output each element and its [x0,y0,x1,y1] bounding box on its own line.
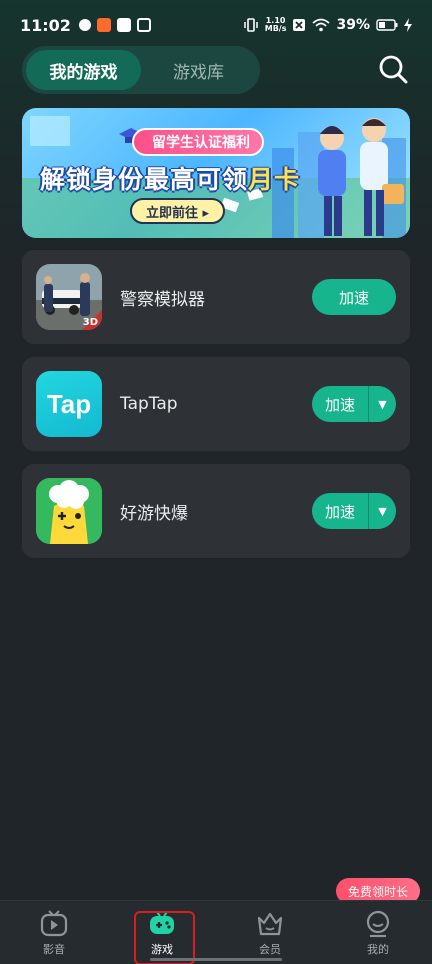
net-speed-unit: MB/s [264,24,287,33]
nav-label: 会员 [259,943,281,956]
banner-title: 解锁身份最高可领月卡 [40,160,300,196]
profile-icon [366,910,390,938]
gallery-notification-icon [136,18,151,32]
active-highlight-outline [134,911,195,964]
calendar-notification-icon [116,18,131,32]
banner-title-main: 解锁身份最高可领 [40,165,249,194]
3d-badge: 3D [82,317,98,328]
tab-game-library[interactable]: 游戏库 [141,50,256,90]
nav-item-profile[interactable]: 我的 [324,901,432,964]
home-indicator[interactable] [150,958,282,961]
banner-cta-button[interactable]: 立即前往 ▸ [130,198,226,224]
tab-switch: 我的游戏 游戏库 [22,46,260,94]
accelerate-button[interactable]: 加速 ▼ [312,493,396,529]
taptap-icon[interactable]: Tap [36,371,102,437]
game-card[interactable]: 3D 警察模拟器 加速 [22,250,410,344]
nav-item-games[interactable]: 游戏 [108,901,216,964]
game-name: 警察模拟器 [120,289,205,310]
nav-item-membership[interactable]: 会员 [216,901,324,964]
accelerate-button-label: 加速 [324,395,355,414]
promo-banner[interactable]: 留学生认证福利 解锁身份最高可领月卡 立即前往 ▸ [22,108,410,238]
sim-off-icon [293,19,306,31]
notification-icon [78,19,91,31]
banner-title-highlight: 月卡 [248,165,301,194]
haoyou-kuaibao-icon[interactable] [36,478,102,544]
accelerate-button[interactable]: 加速 [312,279,396,315]
app-notification-icon [96,18,111,32]
police-simulator-icon[interactable]: 3D [36,264,102,330]
wifi-icon [312,18,331,32]
chevron-down-icon[interactable]: ▼ [369,505,396,518]
game-name: TapTap [120,394,178,414]
tab-my-games[interactable]: 我的游戏 [26,50,141,90]
accelerate-button-label: 加速 [324,502,355,521]
nav-item-video[interactable]: 影音 [0,901,108,964]
charging-icon [404,18,412,32]
game-card[interactable]: Tap TapTap 加速 ▼ [22,357,410,451]
crown-icon [257,912,283,936]
chevron-down-icon[interactable]: ▼ [369,398,396,411]
search-icon[interactable] [376,52,410,86]
banner-students-illustration [318,118,404,236]
battery-icon [376,19,398,31]
status-bar: 11:02 1.10 MB/s 39% [0,0,432,50]
net-speed: 1.10 MB/s [265,17,287,33]
status-right: 1.10 MB/s 39% [243,17,412,33]
game-card[interactable]: 好游快爆 加速 ▼ [22,464,410,558]
nav-label: 我的 [367,943,389,956]
game-name: 好游快爆 [120,503,188,524]
video-icon [40,910,68,937]
vibrate-icon [243,18,258,32]
bottom-nav: 影音 游戏 会员 我的 [0,900,432,964]
accelerate-button-label: 加速 [338,288,369,307]
taptap-icon-text: Tap [46,388,92,419]
status-time: 11:02 [20,15,71,35]
nav-label: 影音 [43,943,65,956]
banner-pill: 留学生认证福利 [132,128,264,156]
accelerate-button[interactable]: 加速 ▼ [312,386,396,422]
battery-level: 39% [336,17,370,33]
